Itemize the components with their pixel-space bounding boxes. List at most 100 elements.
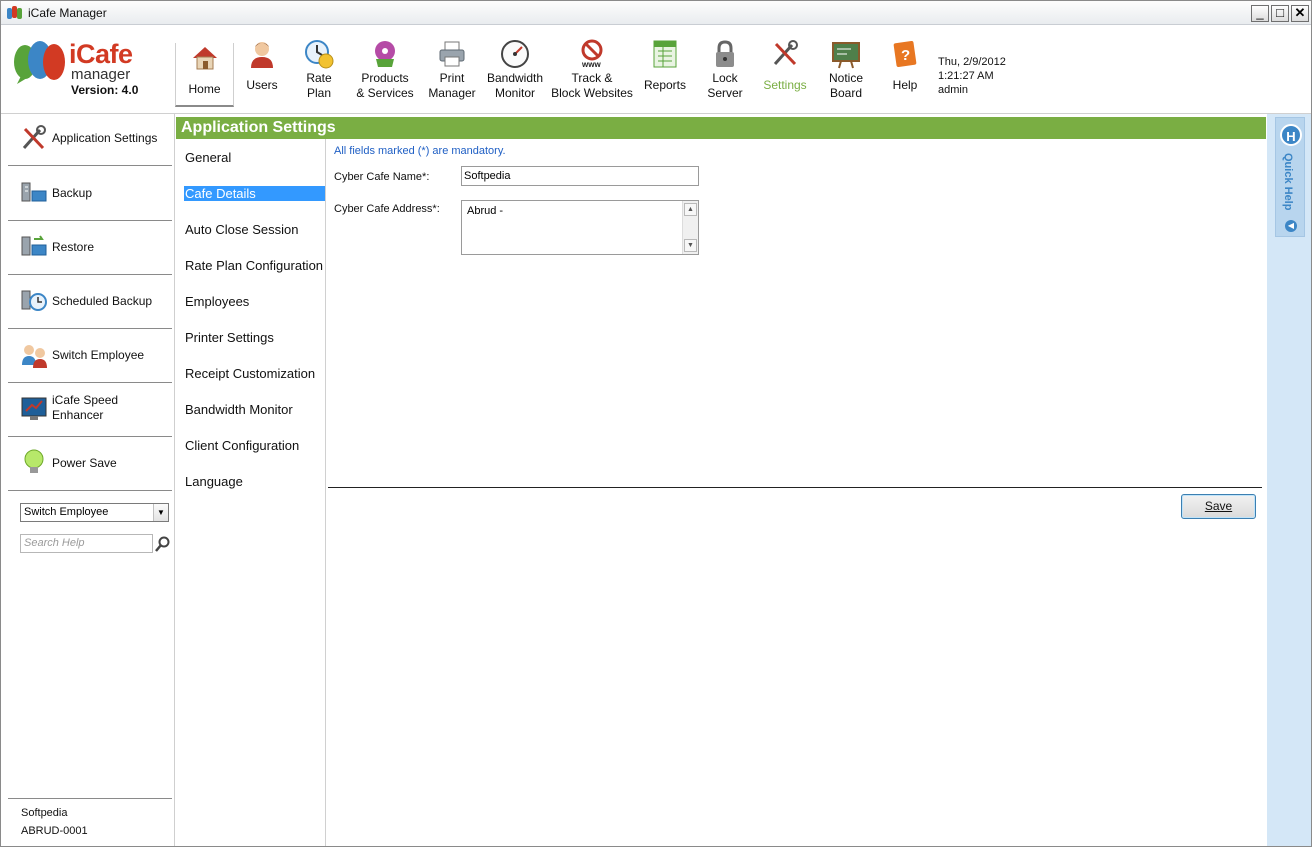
footer-terminal-code: ABRUD-0001 xyxy=(21,825,88,837)
subnav-item-auto-close-session[interactable]: Auto Close Session xyxy=(185,222,298,237)
toolbar-label: Products & Services xyxy=(356,71,414,100)
block-web-icon: www xyxy=(581,39,603,69)
user-icon xyxy=(251,42,273,68)
scroll-down-icon[interactable]: ▼ xyxy=(684,239,697,252)
main-toolbar: Home Users Rate Plan Products & Services… xyxy=(175,26,1311,113)
sidebar-item-label: Switch Employee xyxy=(52,348,145,362)
speed-enhancer-icon xyxy=(21,397,47,420)
cafe-details-form: All fields marked (*) are mandatory. Cyb… xyxy=(327,139,1266,846)
sidebar-item-scheduled-backup[interactable]: Scheduled Backup xyxy=(8,275,172,329)
maximize-button[interactable]: □ xyxy=(1271,5,1289,22)
sidebar-item-label: iCafe Speed Enhancer xyxy=(52,393,119,422)
notice-board-icon xyxy=(832,42,860,69)
subnav-item-bandwidth-monitor[interactable]: Bandwidth Monitor xyxy=(185,402,293,417)
lock-icon xyxy=(716,40,734,67)
toolbar-rate-plan[interactable]: Rate Plan xyxy=(299,39,339,101)
toolbar-settings[interactable]: Settings xyxy=(761,39,809,93)
toolbar-bandwidth-monitor[interactable]: Bandwidth Monitor xyxy=(485,39,545,101)
app-version: Version: 4.0 xyxy=(71,83,139,97)
toolbar-label: Notice Board xyxy=(828,71,863,100)
subnav-item-employees[interactable]: Employees xyxy=(185,294,249,309)
scroll-up-icon[interactable]: ▲ xyxy=(684,203,697,216)
toolbar-home[interactable]: Home xyxy=(175,43,234,107)
toolbar-label: Bandwidth Monitor xyxy=(486,71,544,100)
bulb-icon xyxy=(24,449,44,473)
sidebar-item-label: Backup xyxy=(52,186,93,200)
cafe-address-label: Cyber Cafe Address*: xyxy=(334,203,440,215)
app-window: iCafe Manager _ □ ✕ iCafe manager Versio… xyxy=(0,0,1312,847)
header-divider xyxy=(1,113,1311,114)
sidebar-item-backup[interactable]: Backup xyxy=(8,166,172,221)
settings-icon xyxy=(773,40,798,66)
sidebar-item-label: Restore xyxy=(52,240,95,254)
minimize-button[interactable]: _ xyxy=(1251,5,1269,22)
sidebar-item-switch-employee[interactable]: Switch Employee xyxy=(8,329,172,383)
quick-help-label: Quick Help xyxy=(1282,153,1294,211)
form-divider xyxy=(328,487,1262,488)
printer-icon xyxy=(439,41,465,67)
sidebar-item-label: Application Settings xyxy=(52,131,158,145)
datetime-panel: Thu, 2/9/2012 1:21:27 AM admin xyxy=(938,55,1006,97)
quick-help-tab[interactable]: H Quick Help ◀ xyxy=(1275,117,1305,237)
subnav-item-rate-plan-configuration[interactable]: Rate Plan Configuration xyxy=(185,258,323,273)
toolbar-track-block[interactable]: www Track & Block Websites xyxy=(551,39,633,101)
mandatory-note: All fields marked (*) are mandatory. xyxy=(334,145,506,157)
footer-username: Softpedia xyxy=(21,807,68,819)
svg-text:?: ? xyxy=(901,47,910,64)
sidebar-item-power-save[interactable]: Power Save xyxy=(8,437,172,491)
cafe-address-field[interactable]: Abrud - ▲ ▼ xyxy=(461,200,699,255)
home-icon xyxy=(192,47,217,70)
chevron-down-icon[interactable]: ▼ xyxy=(153,504,168,521)
switch-employee-dropdown[interactable]: Switch Employee ▼ xyxy=(20,503,169,522)
cafe-name-field[interactable]: Softpedia xyxy=(461,166,699,186)
sidebar-item-label: Power Save xyxy=(52,456,117,470)
subnav-item-cafe-details[interactable]: Cafe Details xyxy=(184,186,325,201)
toolbar-users[interactable]: Users xyxy=(243,39,281,93)
chevron-left-icon[interactable]: ◀ xyxy=(1285,220,1297,232)
subnav-item-language[interactable]: Language xyxy=(185,474,243,489)
current-time: 1:21:27 AM xyxy=(938,70,994,82)
dropdown-value: Switch Employee xyxy=(24,506,109,518)
sidebar-item-restore[interactable]: Restore xyxy=(8,221,172,275)
toolbar-products-services[interactable]: Products & Services xyxy=(353,39,417,101)
app-logo-icon xyxy=(7,6,22,19)
tools-icon xyxy=(22,125,46,150)
cafe-name-label: Cyber Cafe Name*: xyxy=(334,171,430,183)
current-user: admin xyxy=(938,84,968,96)
title-bar[interactable]: iCafe Manager _ □ ✕ xyxy=(1,1,1311,25)
sidebar-item-application-settings[interactable]: Application Settings xyxy=(8,114,172,166)
search-icon[interactable] xyxy=(155,536,171,552)
toolbar-lock-server[interactable]: Lock Server xyxy=(705,39,745,101)
sidebar-item-label: Scheduled Backup xyxy=(52,294,153,308)
toolbar-label: Users xyxy=(246,78,278,92)
toolbar-label: Home xyxy=(188,82,221,96)
search-help-input[interactable]: Search Help xyxy=(20,534,153,553)
toolbar-label: Lock Server xyxy=(707,71,743,100)
toolbar-label: Reports xyxy=(643,78,687,92)
help-badge-icon: H xyxy=(1280,124,1302,146)
quick-help-panel: H Quick Help ◀ xyxy=(1267,114,1311,846)
save-button[interactable]: Save xyxy=(1181,494,1256,519)
close-button[interactable]: ✕ xyxy=(1291,5,1309,22)
logo-sub: manager xyxy=(71,66,131,83)
toolbar-notice-board[interactable]: Notice Board xyxy=(825,39,867,101)
toolbar-help[interactable]: ? Help xyxy=(888,39,922,93)
rate-plan-icon xyxy=(305,40,334,69)
toolbar-print-manager[interactable]: Print Manager xyxy=(425,39,479,101)
switch-employee-icon xyxy=(22,345,47,368)
address-scrollbar[interactable]: ▲ ▼ xyxy=(682,201,698,254)
toolbar-label: Help xyxy=(892,78,918,92)
logo: iCafe manager Version: 4.0 xyxy=(1,26,175,113)
toolbar-reports[interactable]: Reports xyxy=(643,39,687,93)
subnav-item-receipt-customization[interactable]: Receipt Customization xyxy=(185,366,315,381)
subnav-item-client-configuration[interactable]: Client Configuration xyxy=(185,438,299,453)
gauge-icon xyxy=(501,40,529,68)
cafe-address-value: Abrud - xyxy=(467,205,504,217)
sidebar-item-speed-enhancer[interactable]: iCafe Speed Enhancer xyxy=(8,383,172,437)
subnav-item-general[interactable]: General xyxy=(185,150,231,165)
subnav-item-printer-settings[interactable]: Printer Settings xyxy=(185,330,274,345)
scheduled-backup-icon xyxy=(21,290,47,311)
reports-icon xyxy=(653,40,677,68)
left-sidebar: Application Settings Backup Restore Sche… xyxy=(1,114,175,846)
toolbar-label: Track & Block Websites xyxy=(551,71,633,100)
